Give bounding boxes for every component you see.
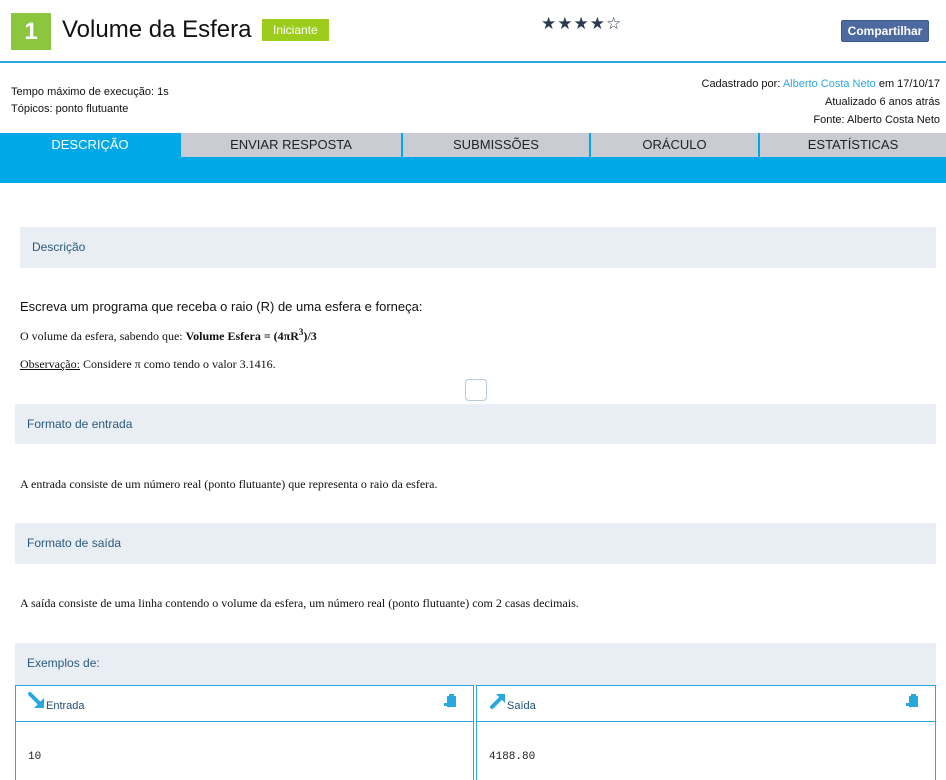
examples-heading: Exemplos de:	[15, 643, 936, 685]
topics: Tópicos: ponto flutuante	[11, 103, 129, 115]
source-line: Fonte: Alberto Costa Neto	[813, 114, 940, 126]
problem-header: 1 Volume da Esfera Iniciante ★★★★☆ Compa…	[0, 0, 946, 63]
description-volume: O volume da esfera, sabendo que: Volume …	[20, 327, 317, 343]
example-input-header: Entrada	[16, 686, 473, 722]
output-format-heading: Formato de saída	[15, 523, 936, 564]
tab-bar: DESCRIÇÃO ENVIAR RESPOSTA SUBMISSÕES ORÁ…	[0, 133, 946, 183]
example-input-label: Entrada	[46, 700, 85, 712]
example-output-box: Saída 4188.80	[476, 685, 936, 780]
description-intro: Escreva um programa que receba o raio (R…	[20, 299, 423, 314]
arrow-down-right-icon	[28, 692, 44, 708]
input-format-text: A entrada consiste de um número real (po…	[20, 477, 438, 491]
input-format-heading: Formato de entrada	[15, 404, 936, 444]
copy-icon[interactable]	[906, 694, 920, 710]
example-input-box: Entrada 10	[15, 685, 474, 780]
author-link[interactable]: Alberto Costa Neto	[783, 78, 876, 90]
level-badge: Iniciante	[262, 19, 329, 41]
description-heading: Descrição	[20, 227, 936, 268]
tab-submissoes[interactable]: SUBMISSÕES	[403, 133, 589, 157]
problem-meta-left: Tempo máximo de execução: 1s Tópicos: po…	[11, 84, 169, 118]
tab-estatisticas[interactable]: ESTATÍSTICAS	[760, 133, 946, 157]
tab-descricao[interactable]: DESCRIÇÃO	[0, 133, 180, 157]
example-output-header: Saída	[477, 686, 935, 722]
problem-title: Volume da Esfera	[62, 16, 252, 43]
example-output-value: 4188.80	[489, 751, 536, 763]
volume-formula: Volume Esfera = (4πR3)/3	[185, 327, 317, 343]
time-limit: Tempo máximo de execução: 1s	[11, 86, 169, 98]
output-format-text: A saída consiste de uma linha contendo o…	[20, 596, 579, 610]
tab-enviar-resposta[interactable]: ENVIAR RESPOSTA	[181, 133, 401, 157]
updated-line: Atualizado 6 anos atrás	[825, 96, 940, 108]
copy-icon[interactable]	[444, 694, 458, 710]
tab-oraculo[interactable]: ORÁCULO	[591, 133, 758, 157]
description-observation: Observação: Considere π como tendo o val…	[20, 357, 276, 371]
rating-stars[interactable]: ★★★★☆	[541, 14, 622, 34]
share-button[interactable]: Compartilhar	[841, 20, 929, 42]
registered-line: Cadastrado por: Alberto Costa Neto em 17…	[701, 78, 941, 90]
checkbox-placeholder[interactable]	[465, 379, 487, 401]
example-input-value: 10	[28, 751, 42, 763]
problem-meta-right: Cadastrado por: Alberto Costa Neto em 17…	[702, 75, 941, 129]
arrow-up-right-icon	[490, 694, 505, 709]
problem-number-badge: 1	[11, 13, 51, 50]
example-output-label: Saída	[507, 700, 536, 712]
